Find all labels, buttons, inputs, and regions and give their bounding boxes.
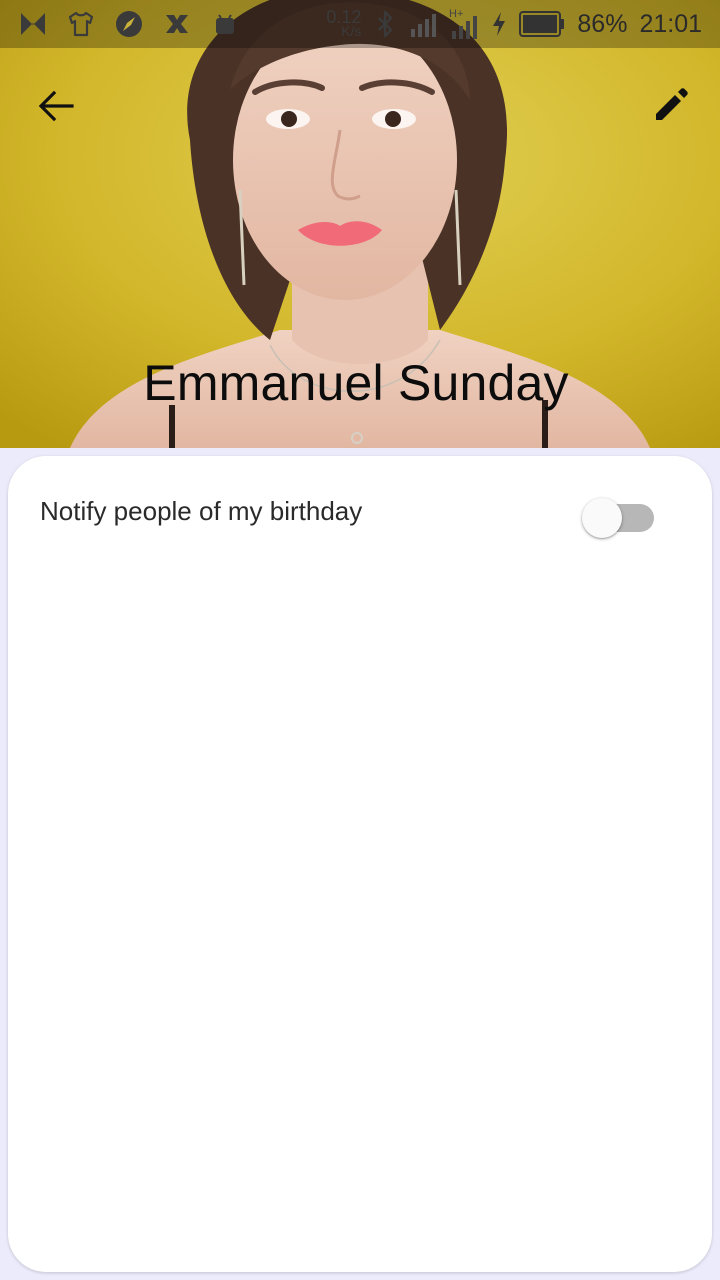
network-speed-value: 0.12 [326,7,362,27]
signal-hplus-icon: H+ [449,8,478,39]
android-icon [216,14,234,34]
status-bar: 0.12 K/s H+ 86% 21:01 [0,0,720,48]
network-speed: 0.12 K/s [326,7,362,39]
settings-card: Notify people of my birthday [8,456,712,1272]
pencil-icon [656,88,688,120]
clock: 21:01 [639,9,702,38]
system-status: 0.12 K/s H+ 86% 21:01 [326,0,702,48]
x-app-icon [166,15,188,33]
signal-icon [411,14,437,37]
edit-profile-button[interactable] [646,78,698,130]
back-button[interactable] [30,80,82,132]
battery-percent: 86% [577,9,628,38]
bluetooth-icon [378,10,393,38]
notification-icons [18,8,240,40]
compass-icon [116,11,142,37]
app-m-icon [21,13,45,35]
arrow-back-icon [38,90,74,122]
birthday-notify-label: Notify people of my birthday [40,496,363,526]
birthday-notify-row[interactable]: Notify people of my birthday [8,484,712,540]
charging-icon [493,12,506,36]
profile-name: Emmanuel Sunday [143,355,569,411]
profile-header: 0.12 K/s H+ 86% 21:01 Emmanuel Sunday [0,0,720,448]
tshirt-icon [68,11,94,37]
toggle-thumb [582,498,622,538]
network-speed-unit: K/s [341,23,362,39]
svg-text:H+: H+ [449,8,463,20]
battery-icon [519,11,565,37]
birthday-notify-toggle[interactable] [582,490,656,538]
